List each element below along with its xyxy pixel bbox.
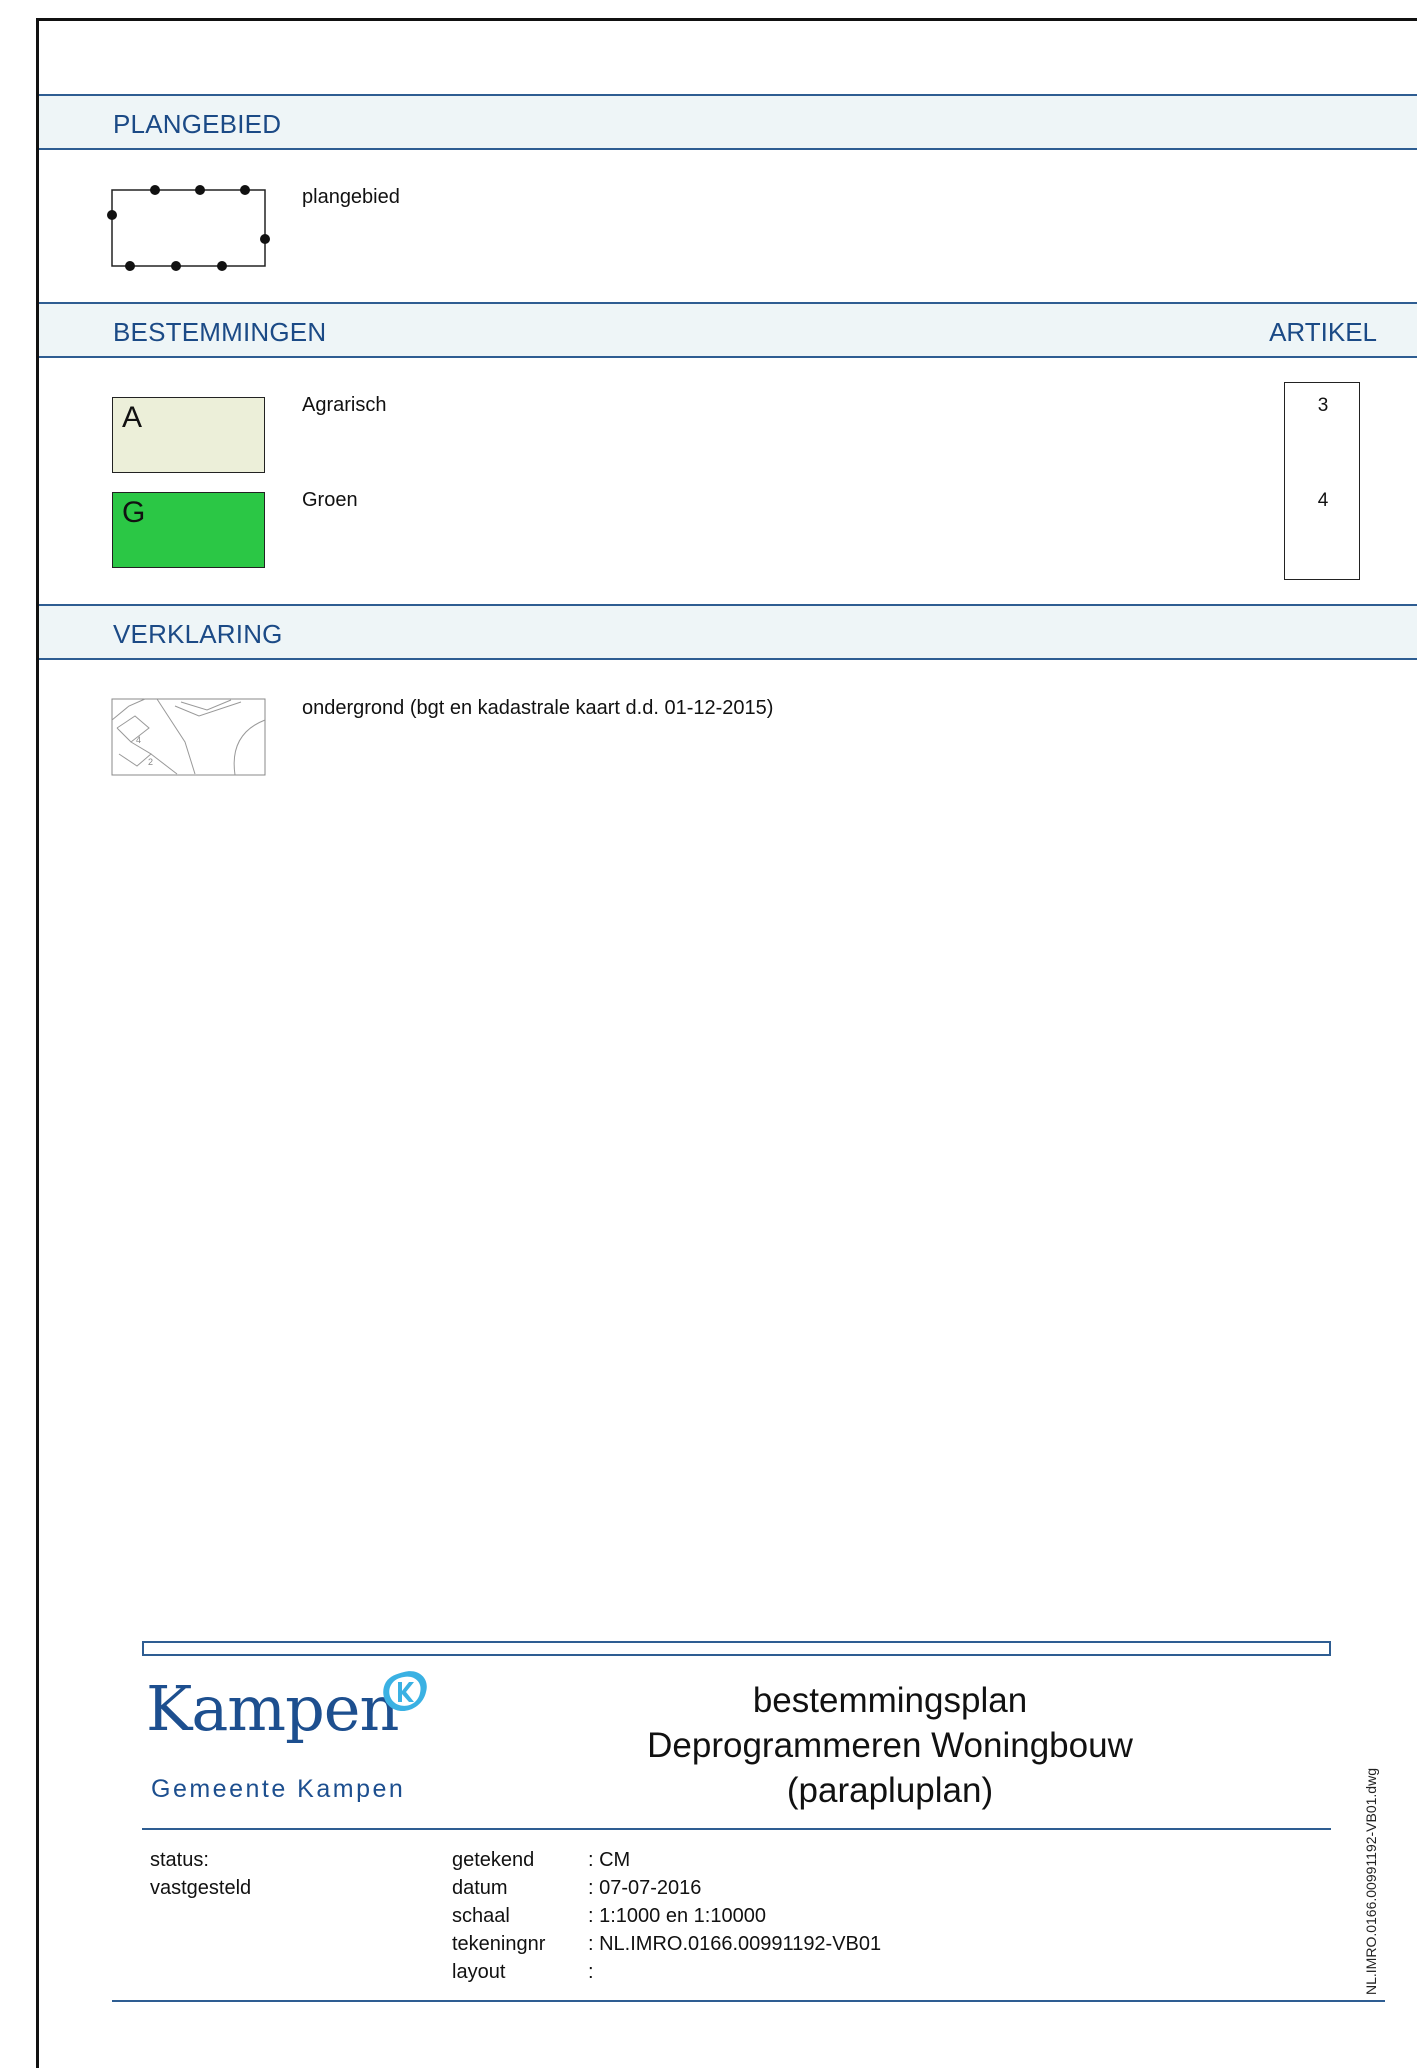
plan-title-line-3: (parapluplan) xyxy=(786,1771,994,1810)
field-label-getekend: getekend xyxy=(452,1849,535,1871)
field-labels: getekend datum schaal tekeningnr layout xyxy=(452,1846,545,1986)
field-value-layout: : xyxy=(588,1961,594,1983)
dwg-filename: NL.IMRO.0166.00991192-VB01.dwg xyxy=(1363,1768,1379,1995)
map-number: 2 xyxy=(148,757,153,767)
section-title: PLANGEBIED xyxy=(113,109,282,139)
legend-swatch-groen: G xyxy=(112,492,265,568)
section-title: VERKLARING xyxy=(113,619,283,649)
section-header-plangebied: PLANGEBIED xyxy=(39,94,1417,150)
field-label-layout: layout xyxy=(452,1961,506,1983)
legend-label-groen: Groen xyxy=(302,489,358,511)
plan-title-line-2: Deprogrammeren Woningbouw xyxy=(647,1726,1133,1765)
artikel-header: ARTIKEL xyxy=(1269,317,1377,347)
field-label-datum: datum xyxy=(452,1877,508,1899)
field-values: : CM : 07-07-2016 : 1:1000 en 1:10000 : … xyxy=(588,1846,881,1986)
status-block: status: vastgesteld xyxy=(150,1846,251,1902)
titleblock-top-bar xyxy=(142,1641,1331,1656)
section-title: BESTEMMINGEN xyxy=(113,317,327,347)
titleblock-divider xyxy=(142,1828,1331,1830)
section-header-bestemmingen: BESTEMMINGEN ARTIKEL xyxy=(39,302,1417,358)
map-number: 4 xyxy=(136,735,141,745)
plangebied-label: plangebied xyxy=(302,186,400,208)
field-value-datum: : 07-07-2016 xyxy=(588,1877,702,1899)
kampen-k-logo-icon xyxy=(383,1671,427,1712)
legend-swatch-agrarisch: A xyxy=(112,397,265,473)
gemeente-kampen-subtitle: Gemeente Kampen xyxy=(151,1775,406,1803)
artikel-column: 3 4 xyxy=(1284,382,1360,580)
kampen-logo-text: Kampen xyxy=(146,1672,399,1745)
ondergrond-label: ondergrond (bgt en kadastrale kaart d.d.… xyxy=(302,697,774,719)
ondergrond-map-icon: 4 2 xyxy=(111,698,266,776)
field-value-getekend: : CM xyxy=(588,1849,631,1871)
section-header-verklaring: VERKLARING xyxy=(39,604,1417,660)
artikel-number: 4 xyxy=(1317,490,1329,511)
plan-title-line-1: bestemmingsplan xyxy=(752,1681,1028,1720)
swatch-code: G xyxy=(122,496,146,529)
artikel-number: 3 xyxy=(1317,395,1329,416)
page-frame-top xyxy=(36,18,1417,21)
plangebied-symbol-icon xyxy=(107,185,270,271)
field-value-tekeningnr: : NL.IMRO.0166.00991192-VB01 xyxy=(588,1933,882,1955)
field-label-schaal: schaal xyxy=(452,1905,510,1927)
field-label-tekeningnr: tekeningnr xyxy=(452,1933,546,1955)
legend-label-agrarisch: Agrarisch xyxy=(302,394,387,416)
titleblock-bottom-rule xyxy=(112,2000,1385,2002)
status-label: status: xyxy=(150,1849,209,1871)
status-value: vastgesteld xyxy=(150,1877,252,1899)
field-value-schaal: : 1:1000 en 1:10000 xyxy=(588,1905,766,1927)
swatch-code: A xyxy=(122,401,143,434)
